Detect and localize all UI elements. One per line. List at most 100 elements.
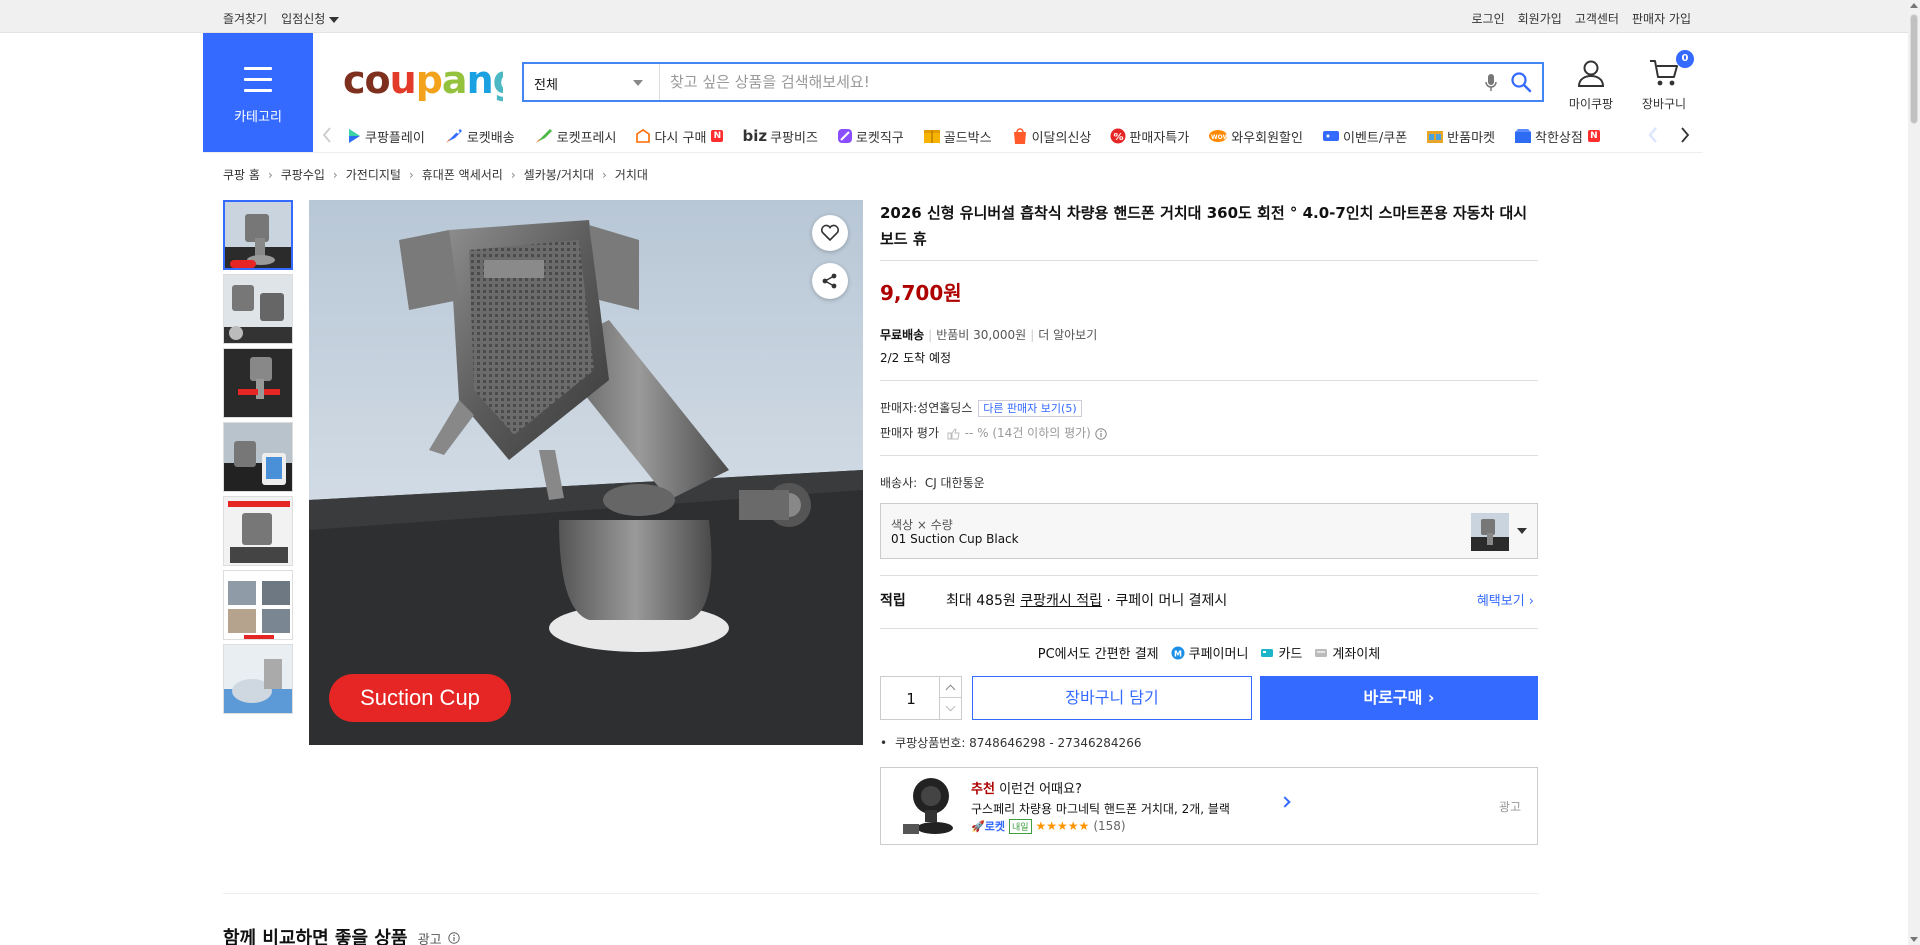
- mycoupang-button[interactable]: 마이쿠팡: [1563, 58, 1619, 112]
- new-badge: N: [1587, 130, 1600, 142]
- recommendation-heading: 추천 이런건 어때요?: [971, 778, 1082, 797]
- info-icon[interactable]: [1095, 427, 1107, 440]
- quantity-decrease-button[interactable]: [939, 698, 961, 719]
- nav-item-seller-deal[interactable]: % 판매자특가: [1110, 127, 1189, 146]
- svg-text:%: %: [1114, 132, 1124, 143]
- seller-name[interactable]: 성연홀딩스: [917, 401, 972, 415]
- cashback-label: 적립: [880, 593, 906, 609]
- nav-label: 와우회원할인: [1231, 130, 1303, 146]
- scroll-up-arrow-icon[interactable]: [1910, 3, 1918, 8]
- learn-more-link[interactable]: 더 알아보기: [1038, 328, 1097, 342]
- thumbnail-3[interactable]: [223, 348, 293, 418]
- thumbs-up-icon: [947, 427, 960, 439]
- quantity-value[interactable]: 1: [881, 690, 941, 708]
- breadcrumb-item[interactable]: 휴대폰 액세서리: [422, 166, 503, 183]
- goldbox-icon: [923, 130, 940, 143]
- thumbnail-7[interactable]: [223, 644, 293, 714]
- main-product-image[interactable]: Suction Cup: [309, 200, 863, 745]
- scroll-down-arrow-icon[interactable]: [1910, 937, 1918, 942]
- benefits-link[interactable]: 혜택보기 ›: [1477, 590, 1534, 609]
- seller-apply-link[interactable]: 입점신청: [281, 10, 340, 27]
- nav-item-coupang-biz[interactable]: biz 쿠팡비즈: [742, 127, 817, 146]
- cashback-suffix: · 쿠페이 머니 결제시: [1106, 593, 1228, 609]
- quantity-increase-button[interactable]: [939, 677, 961, 698]
- quantity-stepper[interactable]: 1: [880, 676, 962, 720]
- add-to-cart-button[interactable]: 장바구니 담기: [972, 676, 1252, 720]
- compare-title: 함께 비교하면 좋을 상품: [223, 928, 408, 945]
- bookmark-link[interactable]: 즐겨찾기: [223, 10, 267, 27]
- nav-item-monthly-new[interactable]: 이달의신상: [1011, 127, 1091, 146]
- nav-item-rocket-global[interactable]: 로켓직구: [837, 127, 904, 146]
- search-icon[interactable]: [1510, 71, 1532, 97]
- compare-ad-label: 광고: [417, 933, 442, 945]
- thumbnail-6[interactable]: [223, 570, 293, 640]
- nav-item-return-market[interactable]: 반품마켓: [1426, 127, 1495, 146]
- user-icon: [1577, 60, 1605, 87]
- option-label: 색상 × 수량: [891, 518, 953, 532]
- breadcrumb-item[interactable]: 쿠팡 홈: [223, 166, 260, 183]
- category-menu-button[interactable]: 카테고리: [203, 33, 313, 152]
- top-right-links: 로그인 회원가입 고객센터 판매자 가입: [1472, 10, 1691, 27]
- thumbnail-2[interactable]: [223, 274, 293, 344]
- nav-item-rocket-delivery[interactable]: 로켓배송: [444, 127, 515, 146]
- breadcrumb: 쿠팡 홈 › 쿠팡수입 › 가전디지털 › 휴대폰 액세서리 › 셀카봉/거치대 › 거치…: [223, 166, 648, 183]
- return-fee: 반품비 30,000원: [936, 328, 1027, 342]
- recommendation-image: [901, 774, 963, 840]
- thumbnail-4[interactable]: [223, 422, 293, 492]
- product-info-panel: 2026 신형 유니버설 흡착식 차량용 핸드폰 거치대 360도 회전 ° 4…: [880, 200, 1538, 845]
- search-category-select[interactable]: 전체: [524, 64, 660, 100]
- global-icon: [837, 129, 852, 143]
- signup-link[interactable]: 회원가입: [1518, 10, 1562, 27]
- svg-text:M: M: [1174, 649, 1182, 658]
- info-icon[interactable]: [448, 932, 460, 944]
- page-scrollbar[interactable]: [1908, 0, 1920, 945]
- return-market-icon: [1427, 131, 1444, 143]
- rocket-label: 로켓: [984, 820, 1005, 833]
- section-divider: [223, 893, 1539, 894]
- customer-center-link[interactable]: 고객센터: [1575, 10, 1619, 27]
- card-icon: [1261, 648, 1274, 657]
- cashback-row: 적립 최대 485원 쿠팡캐시 적립 · 쿠페이 머니 결제시 혜택보기 ›: [880, 576, 1538, 628]
- login-link[interactable]: 로그인: [1472, 10, 1505, 27]
- star-rating: ★★★★★: [1035, 819, 1090, 833]
- thumbnail-1[interactable]: [223, 200, 293, 270]
- other-sellers-button[interactable]: 다른 판매자 보기(5): [978, 400, 1082, 417]
- bank-icon: [1315, 648, 1328, 657]
- new-icon: [1013, 128, 1026, 144]
- chevron-right-icon[interactable]: [1279, 796, 1291, 808]
- cart-label: 장바구니: [1641, 97, 1687, 111]
- coupang-logo[interactable]: coupang: [343, 55, 520, 115]
- chevron-right-icon: ›: [267, 167, 273, 182]
- share-button[interactable]: [812, 263, 848, 299]
- microphone-icon[interactable]: [1484, 73, 1498, 97]
- seller-signup-link[interactable]: 판매자 가입: [1632, 10, 1691, 27]
- buy-now-button[interactable]: 바로구매 ›: [1260, 676, 1538, 720]
- breadcrumb-item[interactable]: 가전디지털: [346, 166, 401, 183]
- nav-item-good-store[interactable]: 착한상점 N: [1514, 127, 1600, 146]
- nav-item-event-coupon[interactable]: 이벤트/쿠폰: [1322, 127, 1407, 146]
- breadcrumb-item[interactable]: 거치대: [615, 166, 648, 183]
- heart-icon: [820, 224, 840, 242]
- wishlist-button[interactable]: [812, 215, 848, 251]
- recommendation-card[interactable]: 추천 이런건 어때요? 구스페리 차량용 마그네틱 핸드폰 거치대, 2개, 블…: [880, 767, 1538, 845]
- nav-item-goldbox[interactable]: 골드박스: [923, 127, 992, 146]
- nav-item-rocket-fresh[interactable]: 로켓프레시: [534, 127, 616, 146]
- scrollbar-thumb[interactable]: [1910, 14, 1918, 124]
- thumbnail-5[interactable]: [223, 496, 293, 566]
- breadcrumb-item[interactable]: 쿠팡수입: [281, 166, 325, 183]
- cashback-link[interactable]: 쿠팡캐시 적립: [1020, 593, 1102, 609]
- search-input[interactable]: [670, 64, 1470, 100]
- nav-item-rebuy[interactable]: 다시 구매 N: [635, 127, 724, 146]
- nav-item-wow-discount[interactable]: WOW 와우회원할인: [1208, 127, 1303, 146]
- option-select[interactable]: 색상 × 수량 01 Suction Cup Black: [880, 503, 1538, 559]
- cart-header-button[interactable]: 0 장바구니: [1636, 50, 1694, 112]
- nav-divider: [203, 152, 1703, 153]
- nav-item-coupang-play[interactable]: 쿠팡플레이: [346, 127, 425, 146]
- nav-next-arrow-icon[interactable]: [1680, 126, 1690, 148]
- coupay-icon: M: [1171, 646, 1185, 659]
- nav-prev-arrow-icon[interactable]: [322, 126, 332, 148]
- nav-label: 쿠팡비즈: [770, 130, 818, 146]
- free-shipping-label: 무료배송: [880, 328, 925, 342]
- breadcrumb-item[interactable]: 셀카봉/거치대: [524, 166, 594, 183]
- nav-label: 착한상점: [1535, 130, 1583, 146]
